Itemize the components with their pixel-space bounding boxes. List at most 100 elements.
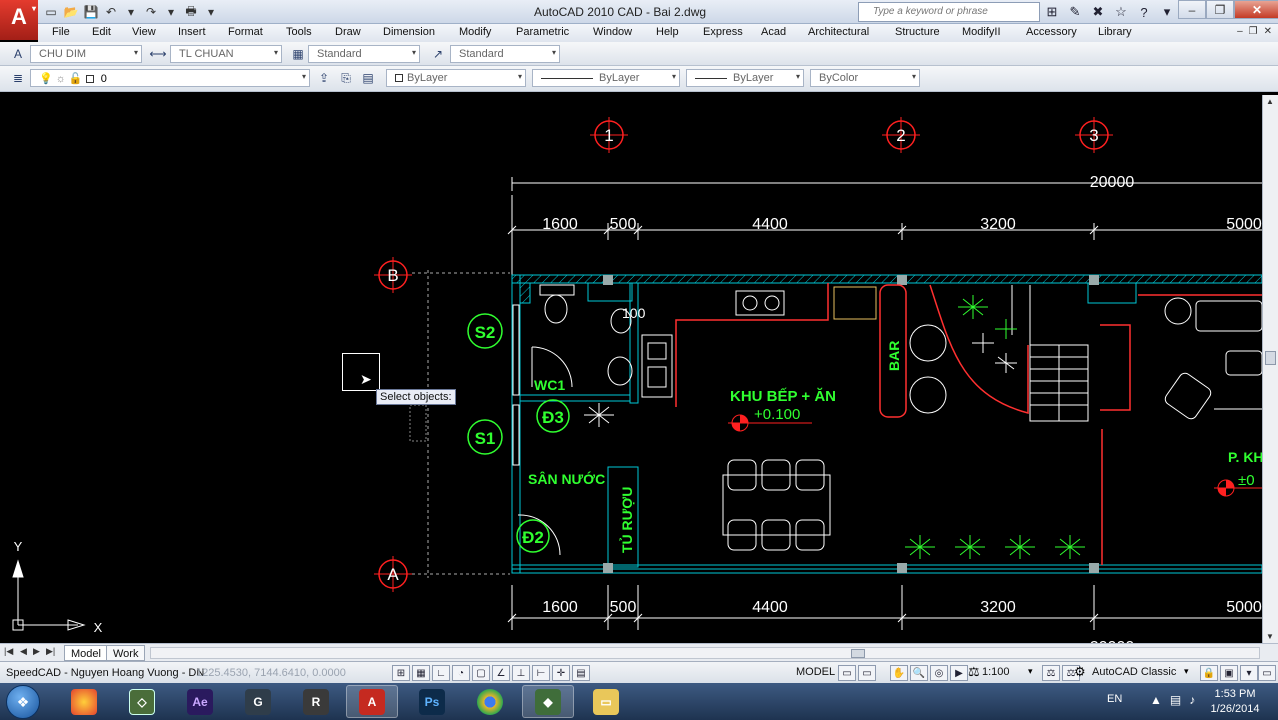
steering-wheel-icon[interactable]: ◎ xyxy=(930,665,948,681)
dynamic-ucs-icon[interactable]: ⊥ xyxy=(512,665,530,681)
vertical-scrollbar[interactable]: ▲ ▼ xyxy=(1262,95,1278,643)
quick-view-layouts-icon[interactable]: ▭ xyxy=(858,665,876,681)
model-space-toggle[interactable]: MODEL xyxy=(796,666,835,678)
pan-icon[interactable]: ✋ xyxy=(890,665,908,681)
doc-minimize-icon[interactable]: – xyxy=(1237,26,1243,37)
network-icon[interactable]: ▤ xyxy=(1170,693,1181,707)
menu-draw[interactable]: Draw xyxy=(335,26,361,38)
undo-dropdown-icon[interactable]: ▾ xyxy=(122,3,140,21)
layer-states-icon[interactable]: ▤ xyxy=(358,69,378,87)
tab-model[interactable]: Model xyxy=(64,645,108,661)
language-indicator[interactable]: EN xyxy=(1107,693,1122,705)
maximize-button[interactable]: ❐ xyxy=(1206,0,1234,19)
mleader-style-icon[interactable]: ↗ xyxy=(428,45,448,63)
make-current-layer-icon[interactable]: ⇪ xyxy=(314,69,334,87)
help-dropdown-icon[interactable]: ▾ xyxy=(1157,2,1177,22)
customize-qat-icon[interactable]: ▾ xyxy=(202,3,220,21)
zoom-icon[interactable]: 🔍 xyxy=(910,665,928,681)
layout-icon[interactable]: ▭ xyxy=(838,665,856,681)
osnap-tracking-icon[interactable]: ∠ xyxy=(492,665,510,681)
scroll-down-icon[interactable]: ▼ xyxy=(1266,632,1274,641)
taskbar-app-chrome-like[interactable] xyxy=(58,685,110,718)
dynamic-input-icon[interactable]: ⊢ xyxy=(532,665,550,681)
redo-icon[interactable]: ↷ xyxy=(142,3,160,21)
taskbar-app-explorer[interactable]: ▭ xyxy=(580,685,632,718)
redo-dropdown-icon[interactable]: ▾ xyxy=(162,3,180,21)
text-style-icon[interactable]: A xyxy=(8,45,28,63)
ortho-mode-icon[interactable]: ∟ xyxy=(432,665,450,681)
workspace-gear-icon[interactable]: ⚙ xyxy=(1074,664,1086,680)
lineweight-icon[interactable]: ✛ xyxy=(552,665,570,681)
taskbar-app-autocad-lt[interactable]: ◇ xyxy=(116,685,168,718)
menu-tools[interactable]: Tools xyxy=(286,26,312,38)
prev-tab-icon[interactable]: ◀ xyxy=(20,646,27,657)
menu-view[interactable]: View xyxy=(132,26,156,38)
layer-manager-icon[interactable]: ≣ xyxy=(8,69,28,87)
volume-icon[interactable]: ♪ xyxy=(1189,693,1195,707)
menu-structure[interactable]: Structure xyxy=(895,26,940,38)
quick-properties-icon[interactable]: ▤ xyxy=(572,665,590,681)
menu-acad[interactable]: Acad xyxy=(761,26,786,38)
start-button[interactable]: ❖ xyxy=(6,685,40,719)
scroll-up-icon[interactable]: ▲ xyxy=(1266,97,1274,106)
vertical-scroll-thumb[interactable] xyxy=(1265,351,1276,365)
menu-file[interactable]: File xyxy=(52,26,70,38)
taskbar-app-3ds[interactable]: G xyxy=(232,685,284,718)
chevron-down-icon[interactable]: ▾ xyxy=(1028,666,1033,677)
next-tab-icon[interactable]: ▶ xyxy=(33,646,40,657)
workspace-switch[interactable]: AutoCAD Classic xyxy=(1092,666,1176,678)
open-file-icon[interactable]: 📂 xyxy=(62,3,80,21)
communication-icon[interactable]: ✖ xyxy=(1088,2,1108,22)
mleader-style-combo[interactable]: Standard ▾ xyxy=(450,45,560,63)
clean-screen-icon[interactable]: ▭ xyxy=(1258,665,1276,681)
layer-combo[interactable]: 💡 ☼ 🔓 0 ▾ xyxy=(30,69,310,87)
taskbar-app-autocad[interactable]: A xyxy=(346,685,398,718)
lineweight-combo[interactable]: ByLayer ▾ xyxy=(686,69,804,87)
menu-format[interactable]: Format xyxy=(228,26,263,38)
text-style-combo[interactable]: CHU DIM ▾ xyxy=(30,45,142,63)
doc-close-icon[interactable]: ✕ xyxy=(1264,26,1272,37)
taskbar-app-chrome[interactable] xyxy=(464,685,516,718)
taskbar-app-photoshop[interactable]: Ps xyxy=(406,685,458,718)
dim-style-combo[interactable]: TL CHUAN ▾ xyxy=(170,45,282,63)
menu-modify[interactable]: Modify xyxy=(459,26,491,38)
showmotion-icon[interactable]: ▶ xyxy=(950,665,968,681)
tools-icon[interactable]: ✎ xyxy=(1065,2,1085,22)
first-tab-icon[interactable]: |◀ xyxy=(4,646,13,657)
favorites-star-icon[interactable]: ☆ xyxy=(1111,2,1131,22)
dim-style-icon[interactable]: ⟷ xyxy=(148,45,168,63)
annotation-scale[interactable]: 1:100 xyxy=(982,666,1010,678)
binoculars-icon[interactable]: ⊞ xyxy=(1042,2,1062,22)
table-style-icon[interactable]: ▦ xyxy=(288,45,308,63)
application-menu-button[interactable]: A ▾ xyxy=(0,0,38,40)
annotation-visibility-icon[interactable]: ⚖ xyxy=(1042,665,1060,681)
horizontal-scrollbar[interactable] xyxy=(150,647,1260,659)
save-icon[interactable]: 💾 xyxy=(82,3,100,21)
last-tab-icon[interactable]: ▶| xyxy=(46,646,55,657)
status-bar-menu-icon[interactable]: ▾ xyxy=(1240,665,1258,681)
close-button[interactable]: ✕ xyxy=(1234,0,1278,19)
menu-insert[interactable]: Insert xyxy=(178,26,206,38)
minimize-button[interactable]: – xyxy=(1178,0,1206,19)
show-hidden-icons-icon[interactable]: ▲ xyxy=(1150,693,1162,707)
search-input[interactable]: Type a keyword or phrase xyxy=(858,2,1040,22)
horizontal-scroll-thumb[interactable] xyxy=(851,649,865,658)
polar-tracking-icon[interactable]: ◔ xyxy=(452,665,470,681)
chevron-down-icon[interactable]: ▾ xyxy=(1184,666,1189,677)
menu-help[interactable]: Help xyxy=(656,26,679,38)
new-file-icon[interactable]: ▭ xyxy=(42,3,60,21)
menu-architectural[interactable]: Architectural xyxy=(808,26,869,38)
menu-edit[interactable]: Edit xyxy=(92,26,111,38)
annotation-scale-icon[interactable]: ⚖ xyxy=(968,664,980,680)
drawing-canvas[interactable]: 1 2 3 B A 20000 1600 500 4400 3200 5000 … xyxy=(0,95,1262,643)
menu-accessory[interactable]: Accessory xyxy=(1026,26,1077,38)
table-style-combo[interactable]: Standard ▾ xyxy=(308,45,420,63)
menu-window[interactable]: Window xyxy=(593,26,632,38)
toolbar-lock-icon[interactable]: 🔒 xyxy=(1200,665,1218,681)
grid-display-icon[interactable]: ▦ xyxy=(412,665,430,681)
menu-dimension[interactable]: Dimension xyxy=(383,26,435,38)
taskbar-app-cad-tool[interactable]: ◆ xyxy=(522,685,574,718)
menu-express[interactable]: Express xyxy=(703,26,743,38)
plot-icon[interactable]: 🖶 xyxy=(182,3,200,21)
menu-modifyii[interactable]: ModifyII xyxy=(962,26,1001,38)
